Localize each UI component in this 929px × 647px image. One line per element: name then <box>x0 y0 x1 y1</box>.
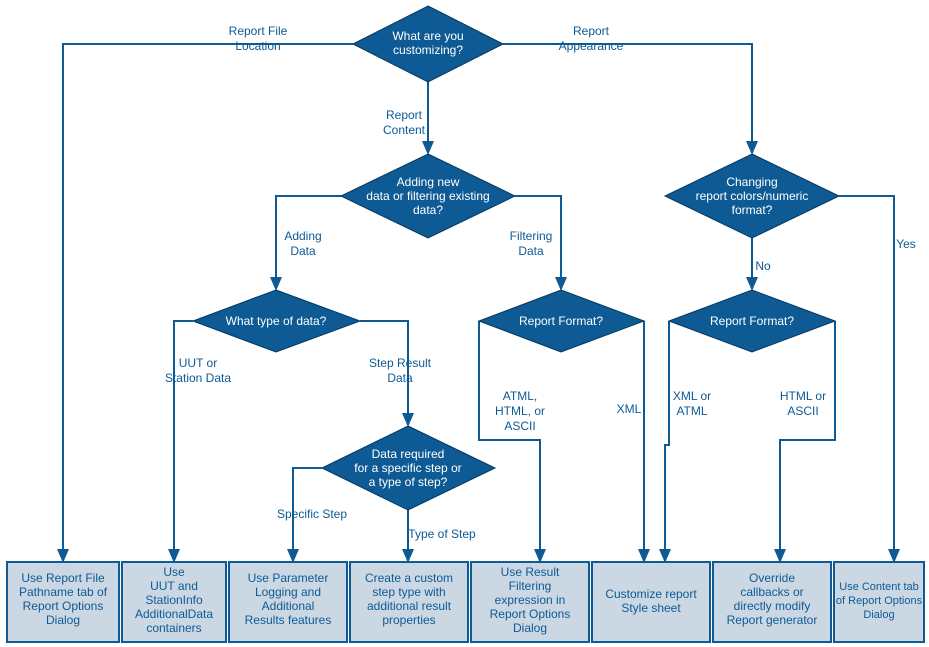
box-report-file-pathname: Use Report File Pathname tab of Report O… <box>7 562 119 642</box>
edge-htmlascii <box>780 321 835 561</box>
svg-text:Use Report File: Use Report File <box>21 571 105 585</box>
label-atml-2: HTML, or <box>495 404 545 418</box>
svg-text:Dialog: Dialog <box>513 621 547 635</box>
label-stepres-1: Step Result <box>369 356 432 370</box>
svg-text:Use Content tab: Use Content tab <box>839 581 919 593</box>
svg-text:Filtering: Filtering <box>509 579 552 593</box>
svg-text:format?: format? <box>732 203 773 217</box>
box-parameter-logging: Use Parameter Logging and Additional Res… <box>229 562 347 642</box>
svg-text:Logging and: Logging and <box>255 585 321 599</box>
label-atml-1: ATML, <box>503 389 537 403</box>
label-adding-2: Data <box>290 244 316 258</box>
decision-root: What are you customizing? <box>353 6 503 82</box>
svg-text:StationInfo: StationInfo <box>145 593 203 607</box>
svg-text:What are you: What are you <box>392 29 463 43</box>
label-filtering-2: Data <box>518 244 544 258</box>
svg-text:What type of data?: What type of data? <box>226 314 327 328</box>
label-xmlatml-2: ATML <box>676 404 707 418</box>
label-xmlatml-1: XML or <box>673 389 711 403</box>
svg-text:callbacks or: callbacks or <box>740 585 803 599</box>
label-content-1: Report <box>386 108 423 122</box>
svg-text:report colors/numeric: report colors/numeric <box>696 189 809 203</box>
edge-appearance <box>503 44 752 153</box>
label-typeof: Type of Step <box>408 527 476 541</box>
label-yes: Yes <box>896 237 916 251</box>
decision-report-format-2: Report Format? <box>669 290 835 352</box>
svg-text:Dialog: Dialog <box>863 609 894 621</box>
svg-text:of Report Options: of Report Options <box>836 595 923 607</box>
label-xml: XML <box>617 402 642 416</box>
svg-text:Report Options: Report Options <box>23 599 104 613</box>
box-custom-step-type: Create a custom step type with additiona… <box>350 562 468 642</box>
decision-colors: Changing report colors/numeric format? <box>665 154 839 238</box>
svg-text:Additional: Additional <box>262 599 315 613</box>
svg-text:UUT and: UUT and <box>150 579 198 593</box>
svg-text:Pathname tab of: Pathname tab of <box>19 585 108 599</box>
label-content-2: Content <box>383 123 426 137</box>
decision-report-format-1: Report Format? <box>479 290 644 352</box>
label-uut-2: Station Data <box>165 371 231 385</box>
svg-text:data or filtering existing: data or filtering existing <box>366 189 489 203</box>
svg-text:AdditionalData: AdditionalData <box>135 607 213 621</box>
svg-text:Style sheet: Style sheet <box>621 601 681 615</box>
svg-text:Customize report: Customize report <box>605 587 697 601</box>
svg-text:properties: properties <box>382 613 435 627</box>
decision-required-step: Data required for a specific step or a t… <box>322 426 495 510</box>
svg-text:Adding new: Adding new <box>397 175 460 189</box>
svg-text:containers: containers <box>146 621 201 635</box>
svg-text:Use Result: Use Result <box>501 565 560 579</box>
label-file-location-2: Location <box>235 39 280 53</box>
box-customize-stylesheet: Customize report Style sheet <box>592 562 710 642</box>
decision-add-or-filter: Adding new data or filtering existing da… <box>341 154 515 238</box>
svg-text:Data required: Data required <box>372 447 445 461</box>
edge-atml <box>479 321 540 561</box>
box-uut-stationinfo: Use UUT and StationInfo AdditionalData c… <box>122 562 226 642</box>
svg-text:Report Format?: Report Format? <box>710 314 794 328</box>
box-result-filtering: Use Result Filtering expression in Repor… <box>471 562 589 642</box>
svg-text:for a specific step or: for a specific step or <box>354 461 461 475</box>
svg-text:Report generator: Report generator <box>727 613 818 627</box>
edge-yes <box>839 196 894 561</box>
decision-data-type: What type of data? <box>193 290 360 352</box>
svg-text:Use: Use <box>163 565 185 579</box>
label-stepres-2: Data <box>387 371 413 385</box>
svg-text:customizing?: customizing? <box>393 43 463 57</box>
label-adding-1: Adding <box>284 229 321 243</box>
label-htmlascii-1: HTML or <box>780 389 826 403</box>
svg-text:Changing: Changing <box>726 175 777 189</box>
label-no: No <box>755 259 771 273</box>
svg-text:Results features: Results features <box>245 613 332 627</box>
edge-xmlatml <box>665 321 669 561</box>
svg-text:Create a custom: Create a custom <box>365 571 453 585</box>
svg-text:Dialog: Dialog <box>46 613 80 627</box>
svg-text:Override: Override <box>749 571 795 585</box>
svg-text:data?: data? <box>413 203 443 217</box>
svg-text:step type with: step type with <box>372 585 445 599</box>
svg-text:Report Options: Report Options <box>490 607 571 621</box>
label-file-location-1: Report File <box>229 24 288 38</box>
svg-text:additional result: additional result <box>367 599 452 613</box>
svg-text:directly modify: directly modify <box>734 599 811 613</box>
svg-text:Use Parameter: Use Parameter <box>248 571 329 585</box>
svg-text:expression in: expression in <box>495 593 566 607</box>
label-uut-1: UUT or <box>179 356 217 370</box>
svg-text:a type of step?: a type of step? <box>369 475 448 489</box>
svg-text:Report Format?: Report Format? <box>519 314 603 328</box>
label-htmlascii-2: ASCII <box>787 404 818 418</box>
box-content-tab: Use Content tab of Report Options Dialog <box>834 562 924 642</box>
label-filtering-1: Filtering <box>510 229 553 243</box>
label-appearance-2: Appearance <box>559 39 624 53</box>
label-appearance-1: Report <box>573 24 610 38</box>
label-specific: Specific Step <box>277 507 347 521</box>
box-override-callbacks: Override callbacks or directly modify Re… <box>713 562 831 642</box>
label-atml-3: ASCII <box>504 419 535 433</box>
